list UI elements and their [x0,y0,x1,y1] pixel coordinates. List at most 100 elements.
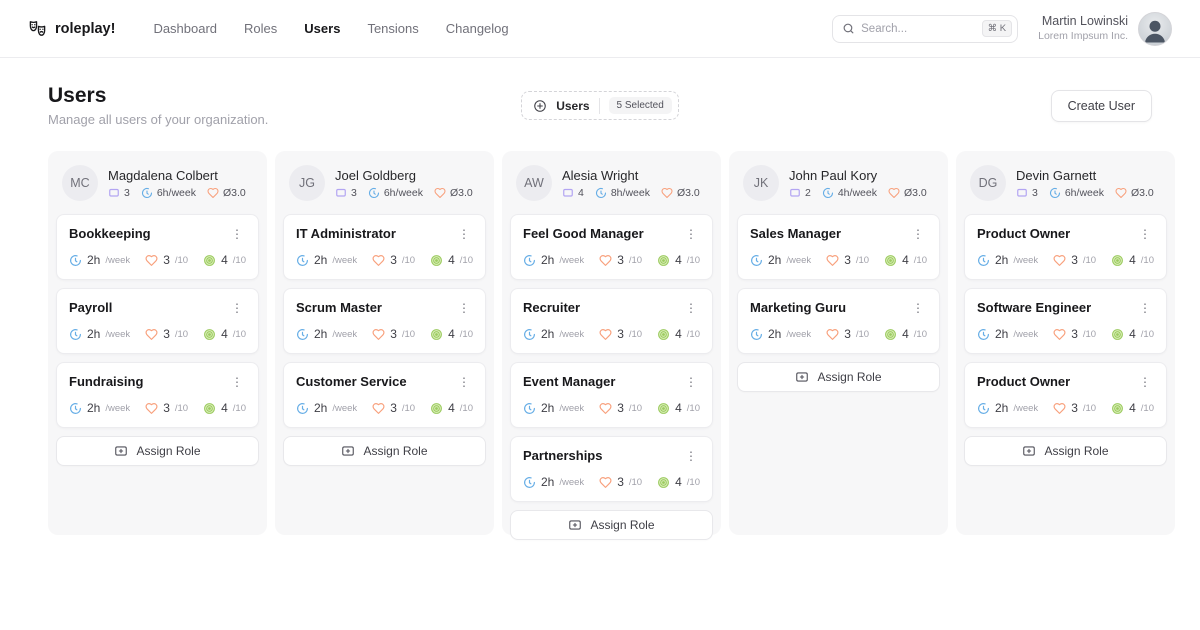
heart-icon [434,187,446,199]
account-org: Lorem Impsum Inc. [1038,30,1128,43]
kebab-menu-icon[interactable]: ⋮ [682,226,700,242]
clock-icon [69,402,82,415]
role-time-stat: 2h/week [977,401,1038,415]
user-column-header: MC Magdalena Colbert 3 [56,159,259,214]
kebab-menu-icon[interactable]: ⋮ [909,300,927,316]
role-time-stat: 2h/week [523,401,584,415]
user-name: John Paul Kory [789,168,927,183]
nav-item-roles[interactable]: Roles [244,21,277,36]
user-column: JK John Paul Kory 2 [729,151,948,535]
account-menu[interactable]: Martin Lowinski Lorem Impsum Inc. [1038,12,1172,46]
heart-icon [372,402,385,415]
role-title: Product Owner [977,226,1070,241]
role-card[interactable]: Feel Good Manager ⋮ 2h/week 3/10 [510,214,713,280]
kebab-menu-icon[interactable]: ⋮ [682,300,700,316]
target-icon [657,328,670,341]
role-fit-stat: 4/10 [657,401,700,415]
role-love-stat: 3/10 [599,253,642,267]
user-hours: 6h/week [141,187,196,199]
assign-role-button[interactable]: Assign Role [283,436,486,466]
assign-role-button[interactable]: Assign Role [56,436,259,466]
user-average: Ø3.0 [207,187,246,199]
clock-icon [69,328,82,341]
kebab-menu-icon[interactable]: ⋮ [228,374,246,390]
clock-icon [822,187,834,199]
selection-pill[interactable]: Users 5 Selected [521,91,679,120]
role-card-icon [108,187,120,199]
role-card[interactable]: Software Engineer ⋮ 2h/week 3/10 [964,288,1167,354]
role-card[interactable]: Fundraising ⋮ 2h/week 3/10 [56,362,259,428]
nav-item-users[interactable]: Users [304,21,340,36]
kebab-menu-icon[interactable]: ⋮ [1136,300,1154,316]
column-cards: IT Administrator ⋮ 2h/week 3/10 [283,214,486,428]
nav-item-dashboard[interactable]: Dashboard [153,21,217,36]
role-title: Fundraising [69,374,143,389]
nav-item-changelog[interactable]: Changelog [446,21,509,36]
assign-role-button[interactable]: Assign Role [510,510,713,540]
role-card[interactable]: Payroll ⋮ 2h/week 3/10 [56,288,259,354]
brand-name: roleplay! [55,21,115,37]
user-average: Ø3.0 [434,187,473,199]
kebab-menu-icon[interactable]: ⋮ [682,374,700,390]
kebab-menu-icon[interactable]: ⋮ [1136,374,1154,390]
role-card[interactable]: Scrum Master ⋮ 2h/week 3/10 [283,288,486,354]
user-roles-count: 2 [789,187,811,199]
user-initials-avatar: DG [970,165,1006,201]
role-card[interactable]: Customer Service ⋮ 2h/week 3/10 [283,362,486,428]
heart-icon [599,328,612,341]
role-card[interactable]: Event Manager ⋮ 2h/week 3/10 [510,362,713,428]
role-card[interactable]: Bookkeeping ⋮ 2h/week 3/10 [56,214,259,280]
target-icon [430,254,443,267]
role-title: Recruiter [523,300,580,315]
target-icon [1111,254,1124,267]
user-name: Joel Goldberg [335,168,473,183]
role-title: Scrum Master [296,300,382,315]
role-card[interactable]: Recruiter ⋮ 2h/week 3/10 [510,288,713,354]
kebab-menu-icon[interactable]: ⋮ [455,374,473,390]
kebab-menu-icon[interactable]: ⋮ [455,300,473,316]
user-initials-avatar: JK [743,165,779,201]
column-cards: Bookkeeping ⋮ 2h/week 3/10 [56,214,259,428]
assign-role-button[interactable]: Assign Role [964,436,1167,466]
kebab-menu-icon[interactable]: ⋮ [228,226,246,242]
role-time-stat: 2h/week [977,253,1038,267]
avatar[interactable] [1138,12,1172,46]
role-card[interactable]: IT Administrator ⋮ 2h/week 3/10 [283,214,486,280]
user-roles-count: 4 [562,187,584,199]
kebab-menu-icon[interactable]: ⋮ [455,226,473,242]
role-fit-stat: 4/10 [430,253,473,267]
role-card[interactable]: Product Owner ⋮ 2h/week 3/10 [964,362,1167,428]
role-card[interactable]: Sales Manager ⋮ 2h/week 3/10 [737,214,940,280]
search-shortcut-badge: ⌘ K [982,20,1012,37]
role-card-icon [335,187,347,199]
main-nav: Dashboard Roles Users Tensions Changelog [153,21,508,36]
nav-item-tensions[interactable]: Tensions [367,21,418,36]
brand-logo[interactable]: roleplay! [28,19,115,38]
user-hours: 4h/week [822,187,877,199]
user-average: Ø3.0 [888,187,927,199]
role-time-stat: 2h/week [296,253,357,267]
kebab-menu-icon[interactable]: ⋮ [1136,226,1154,242]
user-hours: 6h/week [368,187,423,199]
search-input[interactable] [861,23,976,35]
kebab-menu-icon[interactable]: ⋮ [909,226,927,242]
role-card[interactable]: Partnerships ⋮ 2h/week 3/10 [510,436,713,502]
create-user-button[interactable]: Create User [1051,90,1152,122]
clock-icon [69,254,82,267]
search-box[interactable]: ⌘ K [832,15,1018,43]
user-column-header: JG Joel Goldberg 3 [283,159,486,214]
kebab-menu-icon[interactable]: ⋮ [682,448,700,464]
target-icon [884,328,897,341]
role-title: Feel Good Manager [523,226,644,241]
role-card[interactable]: Marketing Guru ⋮ 2h/week 3/10 [737,288,940,354]
role-fit-stat: 4/10 [657,253,700,267]
role-fit-stat: 4/10 [203,401,246,415]
role-fit-stat: 4/10 [657,327,700,341]
page-header: Users Manage all users of your organizat… [0,58,1200,143]
page-title: Users [48,84,521,108]
assign-role-button[interactable]: Assign Role [737,362,940,392]
role-title: Sales Manager [750,226,841,241]
heart-icon [826,328,839,341]
role-card[interactable]: Product Owner ⋮ 2h/week 3/10 [964,214,1167,280]
kebab-menu-icon[interactable]: ⋮ [228,300,246,316]
